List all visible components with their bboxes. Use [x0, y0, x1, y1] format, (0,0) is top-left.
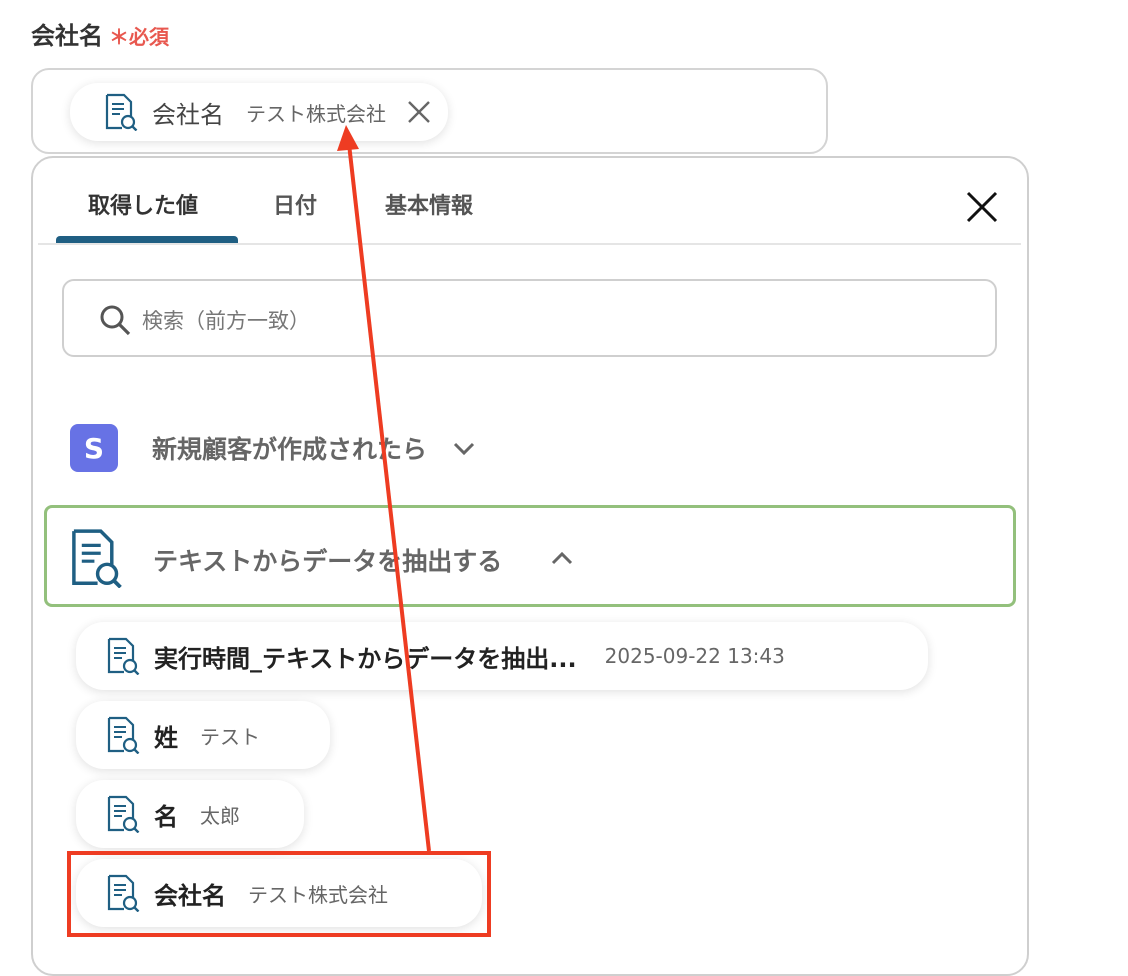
- tab-basic-info[interactable]: 基本情報: [385, 188, 473, 220]
- chevron-down-icon: [453, 442, 475, 456]
- item-key: 姓: [154, 723, 178, 752]
- document-search-icon: [104, 93, 138, 131]
- chip-key: 会社名: [152, 100, 224, 129]
- item-key: 実行時間_テキストからデータを抽出...: [154, 644, 577, 673]
- field-label: 会社名 ＊必須: [31, 16, 169, 51]
- item-value: 太郎: [200, 803, 240, 828]
- active-tab-indicator: [56, 236, 238, 243]
- section-extract-data[interactable]: テキストからデータを抽出する: [44, 505, 1016, 607]
- highlight-box: [67, 851, 491, 937]
- field-label-text: 会社名: [31, 22, 103, 50]
- list-item[interactable]: 実行時間_テキストからデータを抽出... 2025-09-22 13:43: [76, 622, 928, 690]
- search-placeholder: 検索（前方一致）: [142, 309, 310, 333]
- search-input[interactable]: 検索（前方一致）: [62, 279, 997, 357]
- selected-value-chip[interactable]: 会社名 テスト株式会社: [70, 83, 448, 141]
- search-icon: [100, 305, 131, 336]
- required-indicator: ＊必須: [109, 25, 169, 49]
- tab-acquired-values[interactable]: 取得した値: [88, 188, 198, 220]
- document-search-icon: [106, 637, 140, 675]
- document-search-icon: [67, 528, 125, 588]
- item-value: テスト: [200, 724, 260, 749]
- section-title: テキストからデータを抽出する: [153, 547, 503, 576]
- list-item[interactable]: 姓 テスト: [76, 701, 330, 769]
- section-new-customer[interactable]: S 新規顧客が作成されたら: [70, 424, 477, 472]
- required-label: 必須: [129, 25, 169, 49]
- tab-date[interactable]: 日付: [273, 188, 317, 220]
- close-panel-icon[interactable]: [965, 190, 999, 224]
- chip-value: テスト株式会社: [246, 101, 386, 126]
- item-value: 2025-09-22 13:43: [604, 644, 785, 668]
- chevron-up-icon: [551, 551, 573, 565]
- tab-divider: [38, 243, 1021, 245]
- item-key: 名: [154, 802, 178, 831]
- document-search-icon: [106, 716, 140, 754]
- required-mark: ＊: [109, 25, 129, 49]
- section-title: 新規顧客が作成されたら: [152, 435, 428, 464]
- remove-chip-icon[interactable]: [406, 99, 432, 125]
- document-search-icon: [106, 795, 140, 833]
- stripe-s-badge: S: [70, 424, 118, 472]
- list-item[interactable]: 名 太郎: [76, 780, 304, 848]
